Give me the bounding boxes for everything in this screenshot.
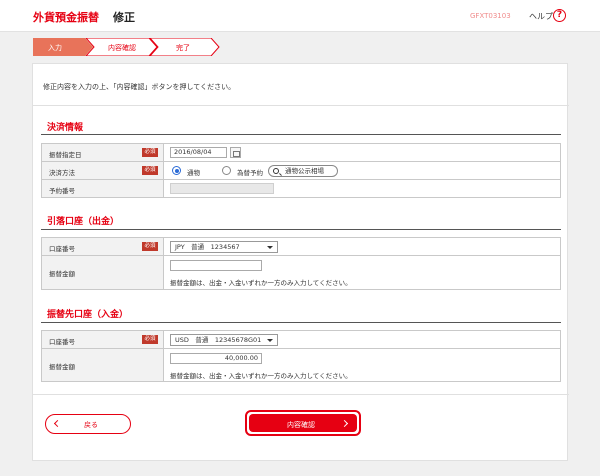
- debit-account-row: 口座番号 必須 JPY 普通 1234567: [42, 238, 560, 256]
- settlement-table: 振替指定日 必須 2016/08/04 決済方法 必須 通物 為替予約 通物公示…: [41, 143, 561, 198]
- debit-section-title: 引落口座（出金）: [47, 217, 120, 227]
- radio-forward-contract-label: 為替予約: [237, 169, 263, 177]
- transfer-date-row: 振替指定日 必須 2016/08/04: [42, 144, 560, 162]
- spot-rate-button[interactable]: 通物公示相場: [268, 165, 338, 177]
- help-icon[interactable]: ?: [553, 9, 566, 22]
- credit-amount-row: 振替金額 40,000.00 振替金額は、出金・入金いずれか一方のみ入力してくだ…: [42, 349, 560, 381]
- credit-account-label: 口座番号: [49, 338, 75, 346]
- settlement-section-title: 決済情報: [47, 123, 84, 133]
- debit-amount-input[interactable]: [170, 260, 262, 271]
- required-badge: 必須: [142, 166, 158, 175]
- debit-amount-note: 振替金額は、出金・入金いずれか一方のみ入力してください。: [170, 279, 352, 287]
- debit-table: 口座番号 必須 JPY 普通 1234567 振替金額 振替金額は、出金・入金い…: [41, 237, 561, 290]
- credit-account-value: USD 普通 12345678G01: [175, 336, 262, 344]
- section-rule: [41, 229, 561, 230]
- help-link[interactable]: ヘルプ: [529, 11, 553, 22]
- chevron-down-icon: [267, 339, 273, 342]
- credit-amount-input[interactable]: 40,000.00: [170, 353, 262, 364]
- back-button-label: 戻る: [84, 421, 98, 429]
- credit-account-row: 口座番号 必須 USD 普通 12345678G01: [42, 331, 560, 349]
- section-rule: [41, 322, 561, 323]
- debit-account-label: 口座番号: [49, 245, 75, 253]
- divider: [33, 394, 569, 395]
- credit-amount-label: 振替金額: [49, 363, 75, 371]
- confirm-button[interactable]: 内容確認: [245, 410, 361, 436]
- reservation-number-row: 予約番号: [42, 180, 560, 197]
- step-complete: 完了: [176, 44, 190, 52]
- header: 外貨預金振替 修正 GFXT03103 ヘルプ ?: [0, 0, 600, 32]
- step-input: 入力: [48, 44, 62, 52]
- step-indicator: 入力 内容確認 完了: [33, 38, 233, 56]
- debit-account-value: JPY 普通 1234567: [175, 243, 240, 251]
- app-title: 外貨預金振替: [33, 11, 99, 24]
- transfer-date-label: 振替指定日: [49, 151, 82, 159]
- reservation-number-input: [170, 183, 274, 194]
- spot-rate-button-label: 通物公示相場: [285, 167, 324, 175]
- radio-spot-label: 通物: [187, 169, 200, 177]
- chevron-down-icon: [267, 246, 273, 249]
- chevron-right-icon: [340, 419, 349, 428]
- page-title: 修正: [113, 11, 135, 24]
- required-badge: 必須: [142, 335, 158, 344]
- back-button[interactable]: 戻る: [45, 414, 131, 434]
- credit-account-select[interactable]: USD 普通 12345678G01: [170, 334, 278, 346]
- settlement-method-row: 決済方法 必須 通物 為替予約 通物公示相場: [42, 162, 560, 180]
- chevron-left-icon: [53, 419, 62, 428]
- section-rule: [41, 134, 561, 135]
- debit-amount-row: 振替金額 振替金額は、出金・入金いずれか一方のみ入力してください。: [42, 256, 560, 289]
- debit-amount-label: 振替金額: [49, 270, 75, 278]
- confirm-button-label: 内容確認: [287, 421, 315, 429]
- screen-code: GFXT03103: [470, 12, 511, 20]
- divider: [33, 105, 569, 106]
- required-badge: 必須: [142, 148, 158, 157]
- transfer-date-input[interactable]: 2016/08/04: [170, 147, 227, 158]
- required-badge: 必須: [142, 242, 158, 251]
- credit-section-title: 振替先口座（入金）: [47, 310, 129, 320]
- radio-spot[interactable]: [172, 166, 181, 175]
- credit-amount-note: 振替金額は、出金・入金いずれか一方のみ入力してください。: [170, 372, 352, 380]
- credit-table: 口座番号 必須 USD 普通 12345678G01 振替金額 40,000.0…: [41, 330, 561, 382]
- step-arrow-input: [33, 38, 93, 56]
- debit-account-select[interactable]: JPY 普通 1234567: [170, 241, 278, 253]
- calendar-icon[interactable]: [230, 147, 241, 158]
- step-confirm: 内容確認: [108, 44, 136, 52]
- reservation-number-label: 予約番号: [49, 187, 75, 195]
- settlement-method-label: 決済方法: [49, 169, 75, 177]
- search-icon: [273, 168, 279, 174]
- main-panel: 修正内容を入力の上、「内容確認」ボタンを押してください。 決済情報 振替指定日 …: [32, 63, 569, 461]
- instruction-text: 修正内容を入力の上、「内容確認」ボタンを押してください。: [43, 83, 236, 91]
- radio-forward-contract[interactable]: [222, 166, 231, 175]
